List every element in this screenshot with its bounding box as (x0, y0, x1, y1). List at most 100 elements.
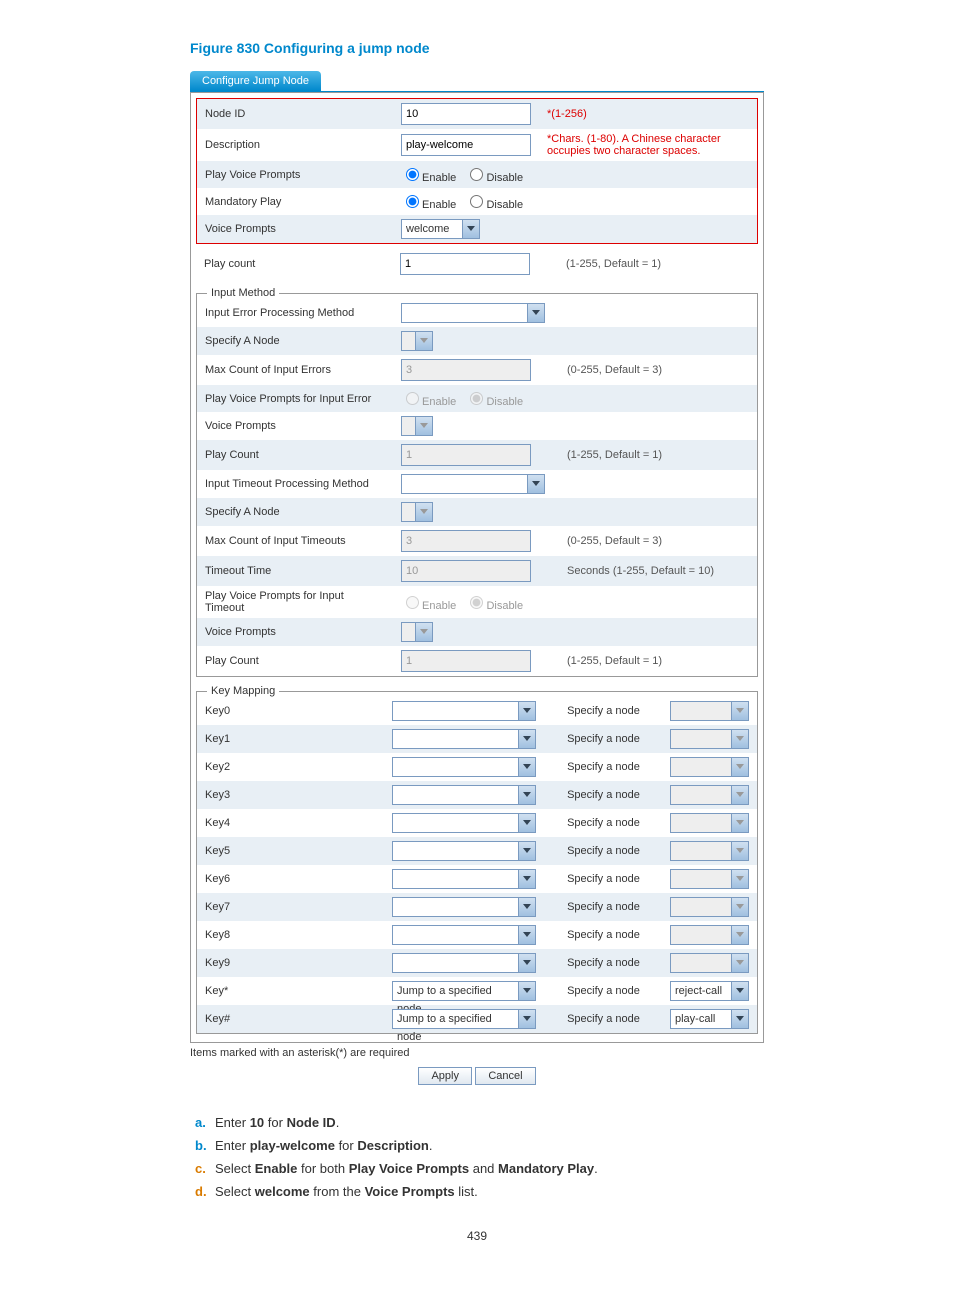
maxto-label: Max Count of Input Timeouts (197, 526, 393, 556)
keymap-legend: Key Mapping (207, 685, 279, 697)
key-node-select (670, 785, 749, 805)
key-node-select (670, 701, 749, 721)
key-label: Key3 (197, 781, 384, 809)
totime-input (401, 560, 531, 582)
playvoice-enable[interactable] (406, 168, 419, 181)
to-method-label: Input Timeout Processing Method (197, 470, 393, 498)
vp-label: Voice Prompts (197, 215, 393, 243)
key-label: Key# (197, 1005, 384, 1033)
spec-b-select (401, 502, 433, 522)
err-method-select[interactable] (401, 303, 545, 323)
key-label: Key7 (197, 893, 384, 921)
desc-input[interactable] (401, 134, 531, 156)
playerr-label: Play Voice Prompts for Input Error (197, 385, 393, 412)
key-node-select[interactable]: reject-call (670, 981, 749, 1001)
spec-label: Specify a node (559, 893, 662, 921)
input-method-fieldset: Input Method Input Error Processing Meth… (196, 287, 758, 677)
playto-disable (470, 596, 483, 609)
err-method-label: Input Error Processing Method (197, 299, 393, 327)
spec-label: Specify a node (559, 921, 662, 949)
playvoice-disable[interactable] (470, 168, 483, 181)
node-id-input[interactable] (401, 103, 531, 125)
key-action-select[interactable] (392, 813, 536, 833)
key-action-select[interactable] (392, 701, 536, 721)
key-node-select (670, 869, 749, 889)
maxto-input (401, 530, 531, 552)
pc2-label: Play Count (197, 646, 393, 676)
key-label: Key9 (197, 949, 384, 977)
key-action-select[interactable] (392, 897, 536, 917)
page-number: 439 (190, 1229, 764, 1243)
key-node-select[interactable]: play-call (670, 1009, 749, 1029)
tab-configure[interactable]: Configure Jump Node (190, 71, 321, 91)
spec-a-label: Specify A Node (197, 327, 393, 355)
playcount-input[interactable] (400, 253, 530, 275)
playerr-disable (470, 392, 483, 405)
maxerr-input (401, 359, 531, 381)
spec-label: Specify a node (559, 1005, 662, 1033)
spec-a-select (401, 331, 433, 351)
vp2-select (401, 622, 433, 642)
pc2-input (401, 650, 531, 672)
spec-label: Specify a node (559, 697, 662, 725)
apply-button[interactable]: Apply (418, 1067, 472, 1085)
mandatory-label: Mandatory Play (197, 188, 393, 215)
playto-enable (406, 596, 419, 609)
figure-title: Figure 830 Configuring a jump node (190, 40, 764, 56)
pc2-hint: (1-255, Default = 1) (559, 646, 757, 676)
mandatory-disable[interactable] (470, 195, 483, 208)
totime-label: Timeout Time (197, 556, 393, 586)
spec-label: Specify a node (559, 725, 662, 753)
instructions: a.Enter 10 for Node ID. b.Enter play-wel… (190, 1115, 764, 1199)
spec-b-label: Specify A Node (197, 498, 393, 526)
key-node-select (670, 757, 749, 777)
desc-hint: *Chars. (1-80). A Chinese character occu… (539, 129, 757, 161)
footer-note: Items marked with an asterisk(*) are req… (190, 1047, 764, 1059)
keymap-fieldset: Key Mapping Key0Specify a nodeKey1Specif… (196, 685, 758, 1034)
key-node-select (670, 841, 749, 861)
key-label: Key4 (197, 809, 384, 837)
key-action-select[interactable] (392, 925, 536, 945)
key-node-select (670, 813, 749, 833)
key-label: Key0 (197, 697, 384, 725)
vp1-select (401, 416, 433, 436)
to-method-select[interactable] (401, 474, 545, 494)
desc-label: Description (197, 129, 393, 161)
vp2-label: Voice Prompts (197, 618, 393, 646)
node-id-label: Node ID (197, 99, 393, 129)
key-action-select[interactable] (392, 953, 536, 973)
key-label: Key6 (197, 865, 384, 893)
key-label: Key5 (197, 837, 384, 865)
spec-label: Specify a node (559, 837, 662, 865)
playvoice-label: Play Voice Prompts (197, 161, 393, 188)
pc1-label: Play Count (197, 440, 393, 470)
key-node-select (670, 925, 749, 945)
maxerr-hint: (0-255, Default = 3) (559, 355, 757, 385)
spec-label: Specify a node (559, 809, 662, 837)
pc1-input (401, 444, 531, 466)
cancel-button[interactable]: Cancel (475, 1067, 535, 1085)
spec-label: Specify a node (559, 865, 662, 893)
key-action-select[interactable] (392, 757, 536, 777)
pc1-hint: (1-255, Default = 1) (559, 440, 757, 470)
spec-label: Specify a node (559, 977, 662, 1005)
key-node-select (670, 897, 749, 917)
key-action-select[interactable] (392, 729, 536, 749)
required-box: Node ID *(1-256) Description *Chars. (1-… (196, 98, 758, 244)
playerr-enable (406, 392, 419, 405)
form-container: Node ID *(1-256) Description *Chars. (1-… (190, 92, 764, 1043)
tab-bar: Configure Jump Node (190, 71, 764, 92)
key-action-select[interactable] (392, 869, 536, 889)
spec-label: Specify a node (559, 949, 662, 977)
maxto-hint: (0-255, Default = 3) (559, 526, 757, 556)
mandatory-enable[interactable] (406, 195, 419, 208)
node-id-hint: *(1-256) (539, 99, 757, 129)
key-action-select[interactable]: Jump to a specified node (392, 1009, 536, 1029)
key-action-select[interactable]: Jump to a specified node (392, 981, 536, 1001)
key-action-select[interactable] (392, 841, 536, 861)
key-node-select (670, 729, 749, 749)
vp-select[interactable]: welcome (401, 219, 480, 239)
spec-label: Specify a node (559, 781, 662, 809)
key-action-select[interactable] (392, 785, 536, 805)
key-label: Key8 (197, 921, 384, 949)
